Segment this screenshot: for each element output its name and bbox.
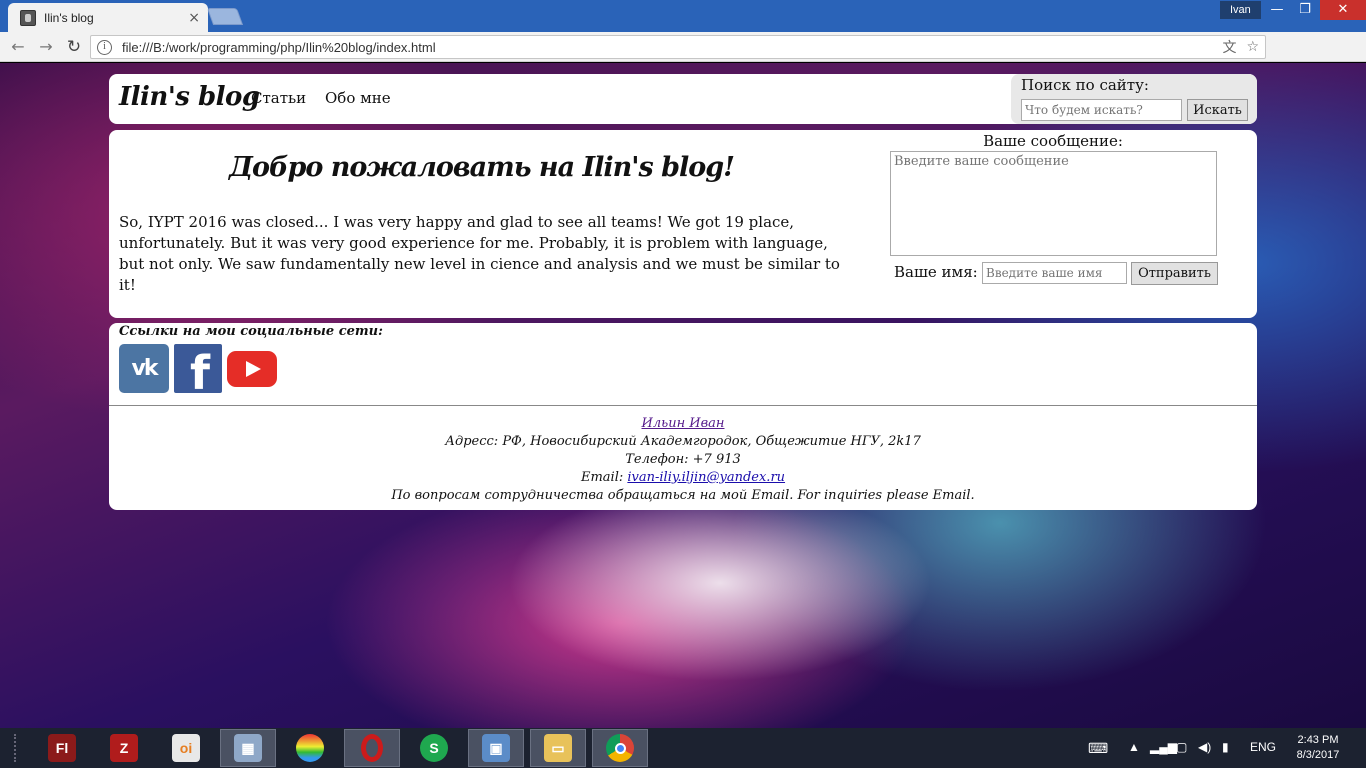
- filezilla-icon: Z: [110, 734, 138, 762]
- facebook-glyph: f: [190, 346, 211, 393]
- reload-button[interactable]: ↻: [60, 37, 88, 57]
- message-textarea[interactable]: [890, 151, 1217, 256]
- send-button[interactable]: Отправить: [1131, 262, 1218, 285]
- tab-close-icon[interactable]: ×: [188, 10, 200, 26]
- clock-time: 2:43 PM: [1297, 734, 1339, 746]
- email-label: Email:: [580, 470, 628, 485]
- site-footer: Ссылки на мои социальные сети: vk f Ильи…: [109, 323, 1257, 510]
- clock-date: 8/3/2017: [1296, 749, 1340, 761]
- new-tab-button[interactable]: [206, 8, 244, 25]
- taskbar-app-virtualbox[interactable]: ▣: [468, 729, 524, 767]
- social-title: Ссылки на мои социальные сети:: [119, 324, 383, 339]
- post-text: So, IYPT 2016 was closed... I was very h…: [119, 213, 840, 294]
- author-link[interactable]: Ильин Иван: [642, 416, 725, 431]
- contacts-block: Ильин Иван Адресс: РФ, Новосибирский Ака…: [109, 415, 1257, 505]
- forward-button[interactable]: →: [32, 37, 60, 56]
- rainbow-app-icon: [296, 734, 324, 762]
- taskbar-app-rainbow-app[interactable]: [282, 729, 338, 767]
- taskbar-app-monitor[interactable]: ▦: [220, 729, 276, 767]
- taskbar-app-filezilla[interactable]: Z: [96, 729, 152, 767]
- name-input[interactable]: [982, 262, 1127, 284]
- vk-icon[interactable]: vk: [119, 344, 169, 393]
- close-window-button[interactable]: ✕: [1320, 0, 1366, 20]
- message-label: Ваше сообщение:: [983, 132, 1123, 150]
- favicon-icon: [20, 9, 36, 26]
- cooperation-note: По вопросам сотрудничества обращаться на…: [391, 488, 975, 503]
- language-indicator[interactable]: ENG: [1250, 740, 1276, 754]
- origin-icon: oi: [172, 734, 200, 762]
- taskbar-app-flash[interactable]: Fl: [34, 729, 90, 767]
- tray-expand-icon[interactable]: ▲: [1128, 740, 1140, 754]
- taskbar-app-opera[interactable]: [344, 729, 400, 767]
- monitor-icon: ▦: [234, 734, 262, 762]
- search-title: Поиск по сайту:: [1021, 76, 1149, 94]
- profile-button[interactable]: Ivan: [1220, 1, 1261, 19]
- browser-tab[interactable]: Ilin's blog ×: [8, 3, 208, 32]
- search-button[interactable]: Искать: [1187, 99, 1248, 121]
- main-content: Добро пожаловать на Ilin's blog! So, IYP…: [109, 130, 1257, 318]
- page-viewport: Ilin's blog Статьи Обо мне Поиск по сайт…: [0, 63, 1366, 728]
- footer-divider: [109, 405, 1257, 406]
- search-box: Поиск по сайту: Искать: [1011, 74, 1257, 124]
- tab-title: Ilin's blog: [44, 10, 94, 25]
- flash-icon: Fl: [48, 734, 76, 762]
- network-icon[interactable]: ▂▄▆: [1150, 740, 1177, 754]
- back-button[interactable]: ←: [4, 37, 32, 56]
- taskbar-app-chrome[interactable]: [592, 729, 648, 767]
- nav-about[interactable]: Обо мне: [325, 89, 391, 107]
- keyboard-icon[interactable]: ⌨: [1088, 740, 1108, 757]
- virtualbox-icon: ▣: [482, 734, 510, 762]
- site-header: Ilin's blog Статьи Обо мне Поиск по сайт…: [109, 74, 1257, 124]
- minimize-button[interactable]: —: [1262, 0, 1292, 20]
- taskbar-grip[interactable]: [14, 734, 22, 762]
- search-input[interactable]: [1021, 99, 1182, 121]
- file-explorer-icon: ▭: [544, 734, 572, 762]
- s-app-icon: S: [420, 734, 448, 762]
- address-bar[interactable]: i file:///B:/work/programming/php/Ilin%2…: [90, 35, 1266, 59]
- site-logo[interactable]: Ilin's blog: [119, 82, 260, 112]
- clock[interactable]: 2:43 PM 8/3/2017: [1292, 733, 1344, 763]
- browser-toolbar: ← → ↻ i file:///B:/work/programming/php/…: [0, 32, 1366, 87]
- address-text: Адресс: РФ, Новосибирский Академгородок,…: [445, 434, 921, 449]
- url-text[interactable]: file:///B:/work/programming/php/Ilin%20b…: [122, 40, 1212, 55]
- battery-icon[interactable]: ▮: [1222, 740, 1229, 754]
- taskbar-app-origin[interactable]: oi: [158, 729, 214, 767]
- email-link[interactable]: ivan-iliy.iljin@yandex.ru: [627, 470, 785, 485]
- volume-icon[interactable]: ◀): [1198, 740, 1211, 754]
- maximize-button[interactable]: ❐: [1290, 0, 1320, 20]
- name-label: Ваше имя:: [894, 263, 978, 281]
- nav-articles[interactable]: Статьи: [251, 89, 306, 107]
- welcome-heading: Добро пожаловать на Ilin's blog!: [228, 152, 735, 183]
- bookmark-star-icon[interactable]: ☆: [1246, 39, 1259, 55]
- phone-text: Телефон: +7 913: [625, 452, 741, 467]
- opera-icon: [361, 734, 383, 762]
- browser-titlebar: Ilin's blog × Ivan — ❐ ✕: [0, 0, 1366, 32]
- facebook-icon[interactable]: f: [174, 344, 222, 393]
- translate-icon[interactable]: 文: [1222, 37, 1236, 57]
- info-icon[interactable]: i: [97, 39, 112, 55]
- taskbar: Fl Zoi ▦ S ▣ ▭ ⌨ ▲ ▂▄▆ ▢ ◀) ▮ ENG 2:43 PM 8/3…: [0, 728, 1366, 768]
- youtube-icon[interactable]: [227, 351, 277, 387]
- chrome-icon: [606, 734, 634, 762]
- taskbar-app-file-explorer[interactable]: ▭: [530, 729, 586, 767]
- action-center-icon[interactable]: ▢: [1176, 740, 1187, 754]
- taskbar-app-s-app[interactable]: S: [406, 729, 462, 767]
